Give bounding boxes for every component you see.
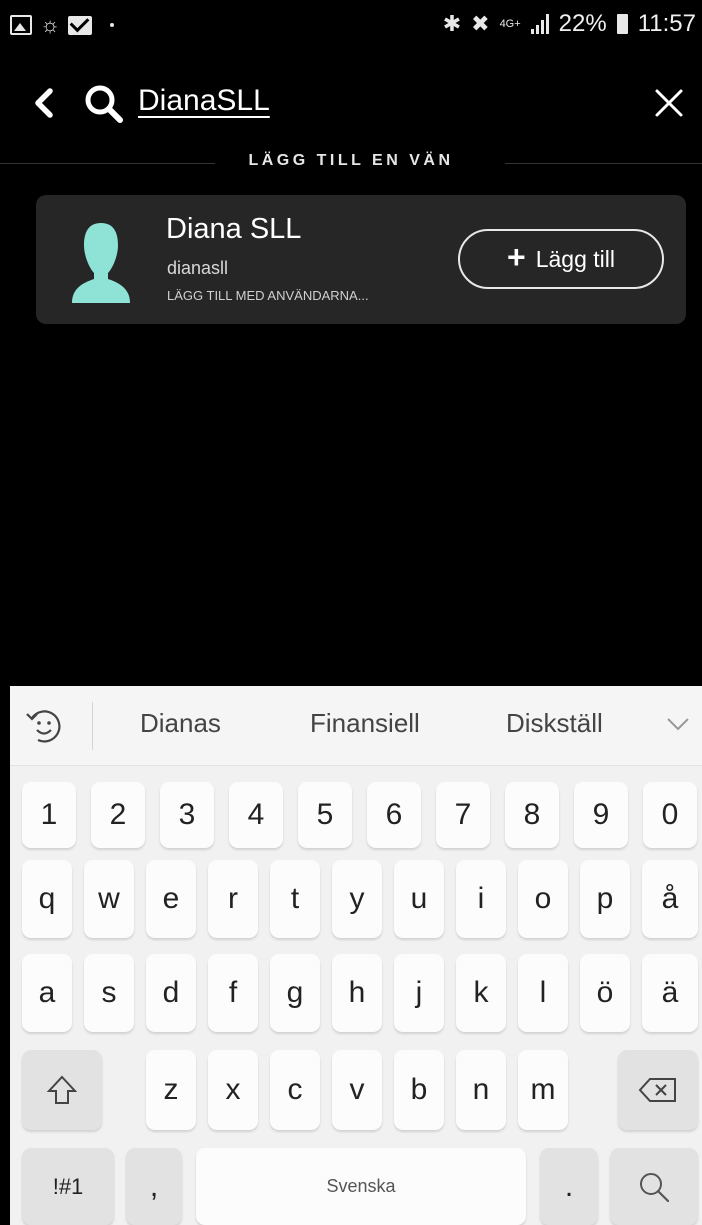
key-h[interactable]: h [332, 954, 382, 1032]
weather-notification-icon: ☼ [40, 12, 61, 37]
display-name: Diana SLL [166, 213, 302, 245]
add-method-label: LÄGG TILL MED ANVÄNDARNA... [167, 288, 369, 303]
notification-icons: ☼ [10, 10, 115, 40]
key-5[interactable]: 5 [298, 782, 352, 848]
key-n[interactable]: n [456, 1050, 506, 1130]
key-a-umlaut[interactable]: ä [642, 954, 698, 1032]
suggestion-separator [92, 702, 93, 750]
key-c[interactable]: c [270, 1050, 320, 1130]
mute-icon: ✖ [471, 11, 490, 36]
chevron-left-icon[interactable] [28, 82, 60, 124]
key-k[interactable]: k [456, 954, 506, 1032]
key-3[interactable]: 3 [160, 782, 214, 848]
key-p[interactable]: p [580, 860, 630, 938]
more-notifications-dot [110, 23, 115, 27]
key-1[interactable]: 1 [22, 782, 76, 848]
key-m[interactable]: m [518, 1050, 568, 1130]
key-d[interactable]: d [146, 954, 196, 1032]
avatar [72, 223, 130, 303]
backspace-icon [638, 1078, 676, 1102]
key-4[interactable]: 4 [229, 782, 283, 848]
close-icon[interactable] [650, 84, 688, 122]
system-icons: ✱ ✖ 4G+ 22% 11:57 [443, 8, 696, 40]
key-w[interactable]: w [84, 860, 134, 938]
battery-percent: 22% [558, 10, 607, 37]
suggestion-2[interactable]: Finansiell [310, 708, 420, 739]
suggestion-bar: Dianas Finansiell Diskställ [10, 686, 702, 766]
keyboard-search-key[interactable] [610, 1148, 698, 1225]
key-z[interactable]: z [146, 1050, 196, 1130]
space-key[interactable]: Svenska [196, 1148, 526, 1225]
bluetooth-icon: ✱ [442, 11, 462, 36]
backspace-key[interactable] [618, 1050, 698, 1130]
chevron-down-icon[interactable] [666, 716, 690, 732]
key-8[interactable]: 8 [505, 782, 559, 848]
keyboard: Dianas Finansiell Diskställ 1 2 3 4 5 6 … [10, 686, 702, 1225]
key-x[interactable]: x [208, 1050, 258, 1130]
key-2[interactable]: 2 [91, 782, 145, 848]
shift-key[interactable] [22, 1050, 102, 1130]
shift-arrow-icon [46, 1075, 78, 1104]
key-s[interactable]: s [84, 954, 134, 1032]
battery-icon [616, 14, 628, 34]
key-q[interactable]: q [22, 860, 72, 938]
search-result-card[interactable]: Diana SLL dianasll LÄGG TILL MED ANVÄNDA… [36, 195, 686, 324]
username: dianasll [167, 258, 229, 278]
status-bar: ☼ ✱ ✖ 4G+ 22% 11:57 [0, 0, 702, 50]
section-header: LÄGG TILL EN VÄN [0, 152, 702, 174]
clock: 11:57 [637, 10, 696, 37]
search-query[interactable]: DianaSLL [138, 84, 270, 118]
key-r[interactable]: r [208, 860, 258, 938]
network-type: 4G+ [499, 17, 521, 30]
mail-notification-icon [68, 15, 93, 35]
add-friend-label: Lägg till [535, 245, 615, 272]
key-u[interactable]: u [394, 860, 444, 938]
signal-icon [530, 14, 549, 34]
period-key[interactable]: . [540, 1148, 598, 1225]
key-a[interactable]: a [22, 954, 72, 1032]
add-friend-button[interactable]: + Lägg till [458, 229, 664, 289]
key-j[interactable]: j [394, 954, 444, 1032]
plus-icon: + [507, 239, 526, 275]
symbols-key[interactable]: !#1 [22, 1148, 114, 1225]
search-icon [640, 1172, 670, 1202]
key-7[interactable]: 7 [436, 782, 490, 848]
key-l[interactable]: l [518, 954, 568, 1032]
search-icon [85, 85, 123, 123]
key-o-umlaut[interactable]: ö [580, 954, 630, 1032]
key-g[interactable]: g [270, 954, 320, 1032]
key-i[interactable]: i [456, 860, 506, 938]
emoji-switch-icon[interactable] [24, 704, 64, 748]
search-header: DianaSLL [0, 70, 702, 140]
key-t[interactable]: t [270, 860, 320, 938]
suggestion-1[interactable]: Dianas [140, 708, 221, 739]
key-f[interactable]: f [208, 954, 258, 1032]
key-b[interactable]: b [394, 1050, 444, 1130]
key-o[interactable]: o [518, 860, 568, 938]
key-9[interactable]: 9 [574, 782, 628, 848]
key-e[interactable]: e [146, 860, 196, 938]
key-6[interactable]: 6 [367, 782, 421, 848]
comma-key[interactable]: , [126, 1148, 182, 1225]
gallery-notification-icon [10, 15, 32, 35]
key-v[interactable]: v [332, 1050, 382, 1130]
key-y[interactable]: y [332, 860, 382, 938]
section-title: LÄGG TILL EN VÄN [248, 152, 454, 169]
key-a-ring[interactable]: å [642, 860, 698, 938]
suggestion-3[interactable]: Diskställ [506, 708, 603, 739]
key-0[interactable]: 0 [643, 782, 697, 848]
